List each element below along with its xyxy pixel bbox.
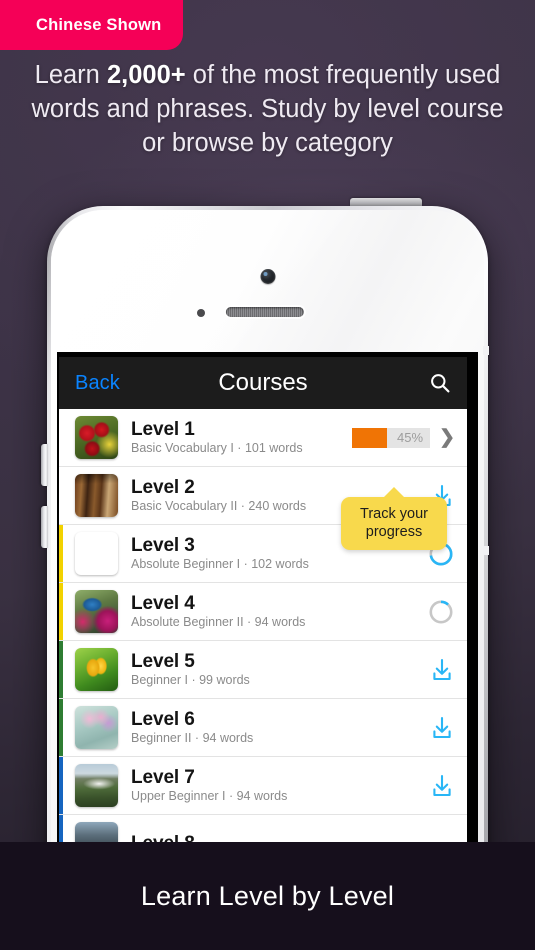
course-action[interactable]	[407, 598, 455, 626]
track-progress-tooltip: Track your progress	[341, 497, 447, 550]
course-subtitle: Absolute Beginner I · 102 words	[131, 556, 309, 571]
download-icon[interactable]	[429, 773, 455, 799]
tooltip-line-1: Track your	[360, 506, 428, 522]
course-text-block: Level 5 Beginner I · 99 words	[131, 651, 407, 689]
phone-edge-notch-bottom	[483, 546, 489, 555]
books-thumbnail	[75, 474, 118, 517]
pastel-flowers-thumbnail	[75, 706, 118, 749]
loading-ring-icon[interactable]	[427, 598, 455, 626]
course-subtitle: Beginner I · 99 words	[131, 672, 250, 687]
crocus-thumbnail	[75, 648, 118, 691]
camera-icon	[260, 269, 275, 284]
course-action[interactable]	[407, 657, 455, 683]
chinese-shown-badge: Chinese Shown	[0, 0, 184, 50]
bluebird-thumbnail	[75, 590, 118, 633]
course-action[interactable]: 45% ❯	[352, 427, 455, 448]
course-accent-strip	[59, 757, 63, 814]
progress-bar-fill	[352, 427, 388, 448]
course-text-block: Level 1 Basic Vocabulary I · 101 words	[131, 419, 352, 457]
progress-percent-label: 45%	[397, 430, 424, 445]
course-list[interactable]: Level 1 Basic Vocabulary I · 101 words 45%…	[59, 409, 467, 873]
course-title: Level 5	[131, 650, 195, 672]
course-action[interactable]	[407, 773, 455, 799]
footer-caption-bar: Learn Level by Level	[0, 842, 535, 950]
volume-down-button[interactable]	[41, 506, 48, 548]
earpiece-speaker-icon	[225, 307, 304, 317]
proximity-sensor-icon	[197, 309, 205, 317]
progress-bar: 45%	[352, 427, 431, 448]
blossoms-thumbnail	[75, 532, 118, 575]
search-button[interactable]	[429, 372, 451, 394]
course-subtitle: Basic Vocabulary I · 101 words	[131, 440, 303, 455]
course-title: Level 4	[131, 592, 195, 614]
download-icon[interactable]	[429, 715, 455, 741]
course-row[interactable]: Level 6 Beginner II · 94 words	[59, 699, 467, 757]
badge-label: Chinese Shown	[36, 15, 162, 34]
course-title: Level 2	[131, 476, 195, 498]
course-text-block: Level 4 Absolute Beginner II · 94 words	[131, 593, 407, 631]
tooltip-line-2: progress	[365, 524, 423, 540]
headline-part1: Learn	[34, 61, 107, 89]
page-title-label: Courses	[218, 369, 308, 396]
landscape-thumbnail	[75, 764, 118, 807]
course-accent-strip	[59, 641, 63, 698]
course-row[interactable]: Level 4 Absolute Beginner II · 94 words	[59, 583, 467, 641]
course-subtitle: Beginner II · 94 words	[131, 730, 254, 745]
download-icon[interactable]	[429, 657, 455, 683]
course-accent-strip	[59, 699, 63, 756]
page-title: Courses	[59, 357, 467, 409]
navigation-bar: Back Courses	[59, 357, 467, 409]
course-action[interactable]	[407, 715, 455, 741]
course-subtitle: Absolute Beginner II · 94 words	[131, 614, 306, 629]
phone-edge-notch-top	[483, 346, 489, 355]
course-progress: 45% ❯	[352, 427, 455, 448]
course-row[interactable]: Level 5 Beginner I · 99 words	[59, 641, 467, 699]
headline: Learn 2,000+ of the most frequently used…	[0, 58, 535, 160]
chevron-right-icon[interactable]: ❯	[439, 428, 455, 447]
course-accent-strip	[59, 525, 63, 582]
volume-up-button[interactable]	[41, 444, 48, 486]
search-icon	[431, 374, 450, 393]
course-subtitle: Upper Beginner I · 94 words	[131, 788, 288, 803]
iphone-mockup: Back Courses Level 1 Basic Vocabulary I ·…	[41, 198, 489, 906]
course-text-block: Level 6 Beginner II · 94 words	[131, 709, 407, 747]
headline-highlight: 2,000+	[106, 61, 186, 89]
course-accent-strip	[59, 583, 63, 640]
phone-screen: Back Courses Level 1 Basic Vocabulary I ·…	[57, 352, 478, 906]
tulips-thumbnail	[75, 416, 118, 459]
course-title: Level 6	[131, 708, 195, 730]
course-row[interactable]: Level 1 Basic Vocabulary I · 101 words 45%…	[59, 409, 467, 467]
course-title: Level 1	[131, 418, 195, 440]
course-text-block: Level 7 Upper Beginner I · 94 words	[131, 767, 407, 805]
course-title: Level 7	[131, 766, 195, 788]
app-viewport: Back Courses Level 1 Basic Vocabulary I ·…	[59, 357, 467, 906]
footer-caption: Learn Level by Level	[140, 880, 395, 911]
back-button[interactable]: Back	[75, 372, 120, 395]
course-row[interactable]: Level 7 Upper Beginner I · 94 words	[59, 757, 467, 815]
